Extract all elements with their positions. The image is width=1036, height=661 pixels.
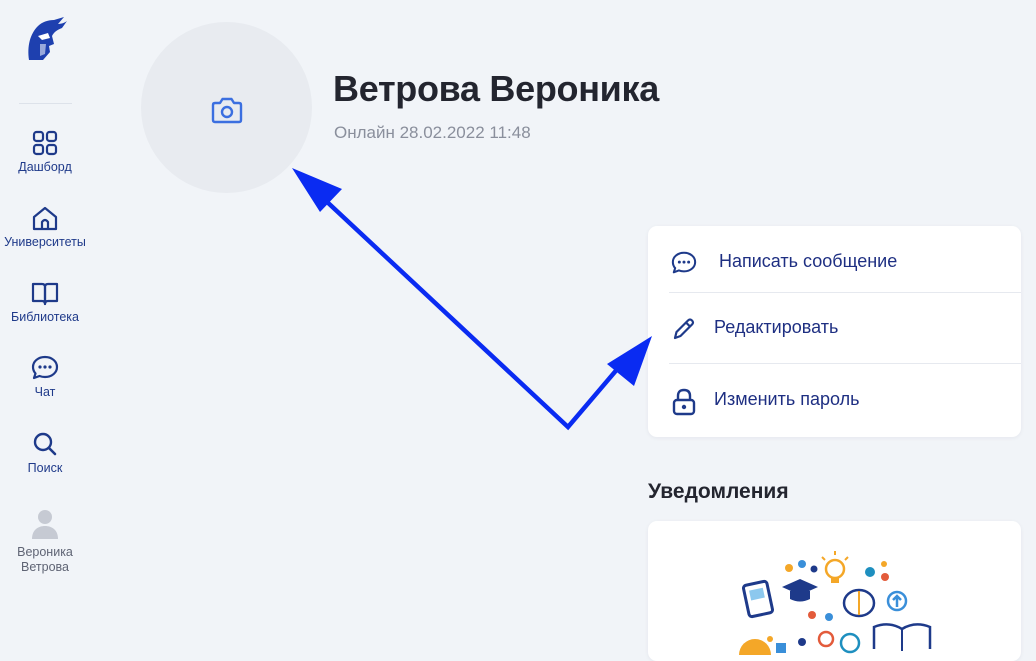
- change-password-button[interactable]: Изменить пароль: [648, 368, 1021, 428]
- sidebar-item-label: Поиск: [27, 461, 63, 475]
- sidebar-item-chat[interactable]: Чат: [0, 355, 90, 399]
- edit-profile-label: Редактировать: [714, 317, 839, 337]
- university-icon: [32, 206, 58, 231]
- profile-actions-card: Написать сообщение Редактировать Изменит…: [648, 226, 1021, 437]
- sidebar-item-label: Университеты: [4, 235, 86, 249]
- sidebar-divider: [19, 103, 72, 104]
- lock-icon: [672, 388, 696, 416]
- annotation-arrowhead-actions: [607, 336, 652, 386]
- chat-icon: [31, 355, 59, 380]
- education-illustration: [739, 551, 932, 655]
- sidebar-item-library[interactable]: Библиотека: [0, 280, 90, 324]
- sidebar-item-label: Чат: [34, 385, 56, 399]
- user-avatar-icon: [32, 510, 58, 539]
- book-icon: [31, 282, 59, 306]
- send-message-button[interactable]: Написать сообщение: [648, 230, 1021, 290]
- sidebar: Дашборд Университеты Библиотека Чат Поис…: [0, 0, 90, 648]
- action-divider: [669, 363, 1021, 364]
- grid-icon: [32, 130, 58, 156]
- notifications-title: Уведомления: [648, 480, 789, 503]
- sidebar-item-universities[interactable]: Университеты: [0, 205, 90, 249]
- camera-icon: [211, 97, 243, 124]
- notification-card[interactable]: [648, 521, 1021, 661]
- action-divider: [669, 292, 1021, 293]
- chat-icon: [671, 251, 697, 274]
- sidebar-item-label: Дашборд: [18, 160, 72, 174]
- sidebar-item-label: Библиотека: [11, 310, 79, 324]
- pencil-icon: [673, 318, 695, 340]
- send-message-label: Написать сообщение: [719, 251, 898, 271]
- sidebar-user-label: Вероника Ветрова: [17, 545, 73, 574]
- online-status: Онлайн 28.02.2022 11:48: [334, 123, 531, 142]
- sidebar-item-profile[interactable]: Вероника Ветрова: [0, 508, 90, 575]
- profile-avatar-upload[interactable]: [141, 22, 312, 193]
- annotation-arrowhead-avatar: [292, 168, 342, 212]
- change-password-label: Изменить пароль: [714, 389, 860, 409]
- search-icon: [33, 432, 57, 456]
- sidebar-item-search[interactable]: Поиск: [0, 431, 90, 475]
- page-title: Ветрова Вероника: [333, 68, 659, 109]
- knight-helmet-logo[interactable]: [24, 16, 68, 62]
- sidebar-item-dashboard[interactable]: Дашборд: [0, 130, 90, 174]
- edit-profile-button[interactable]: Редактировать: [648, 296, 1021, 356]
